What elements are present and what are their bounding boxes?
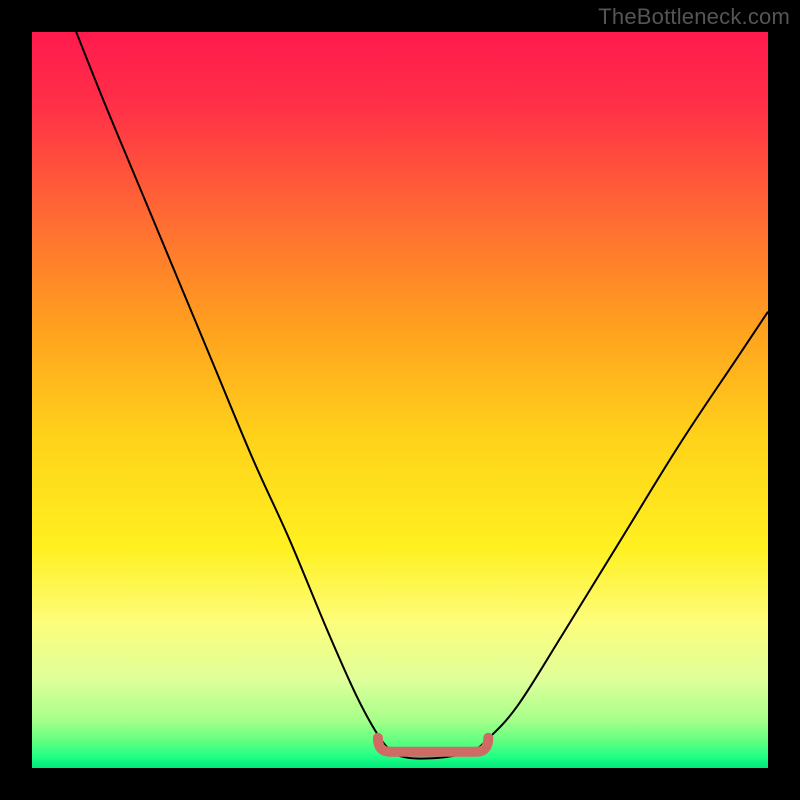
plot-area <box>32 32 768 768</box>
watermark-text: TheBottleneck.com <box>598 4 790 30</box>
bottleneck-chart <box>32 32 768 768</box>
chart-frame: TheBottleneck.com <box>0 0 800 800</box>
gradient-background <box>32 32 768 768</box>
